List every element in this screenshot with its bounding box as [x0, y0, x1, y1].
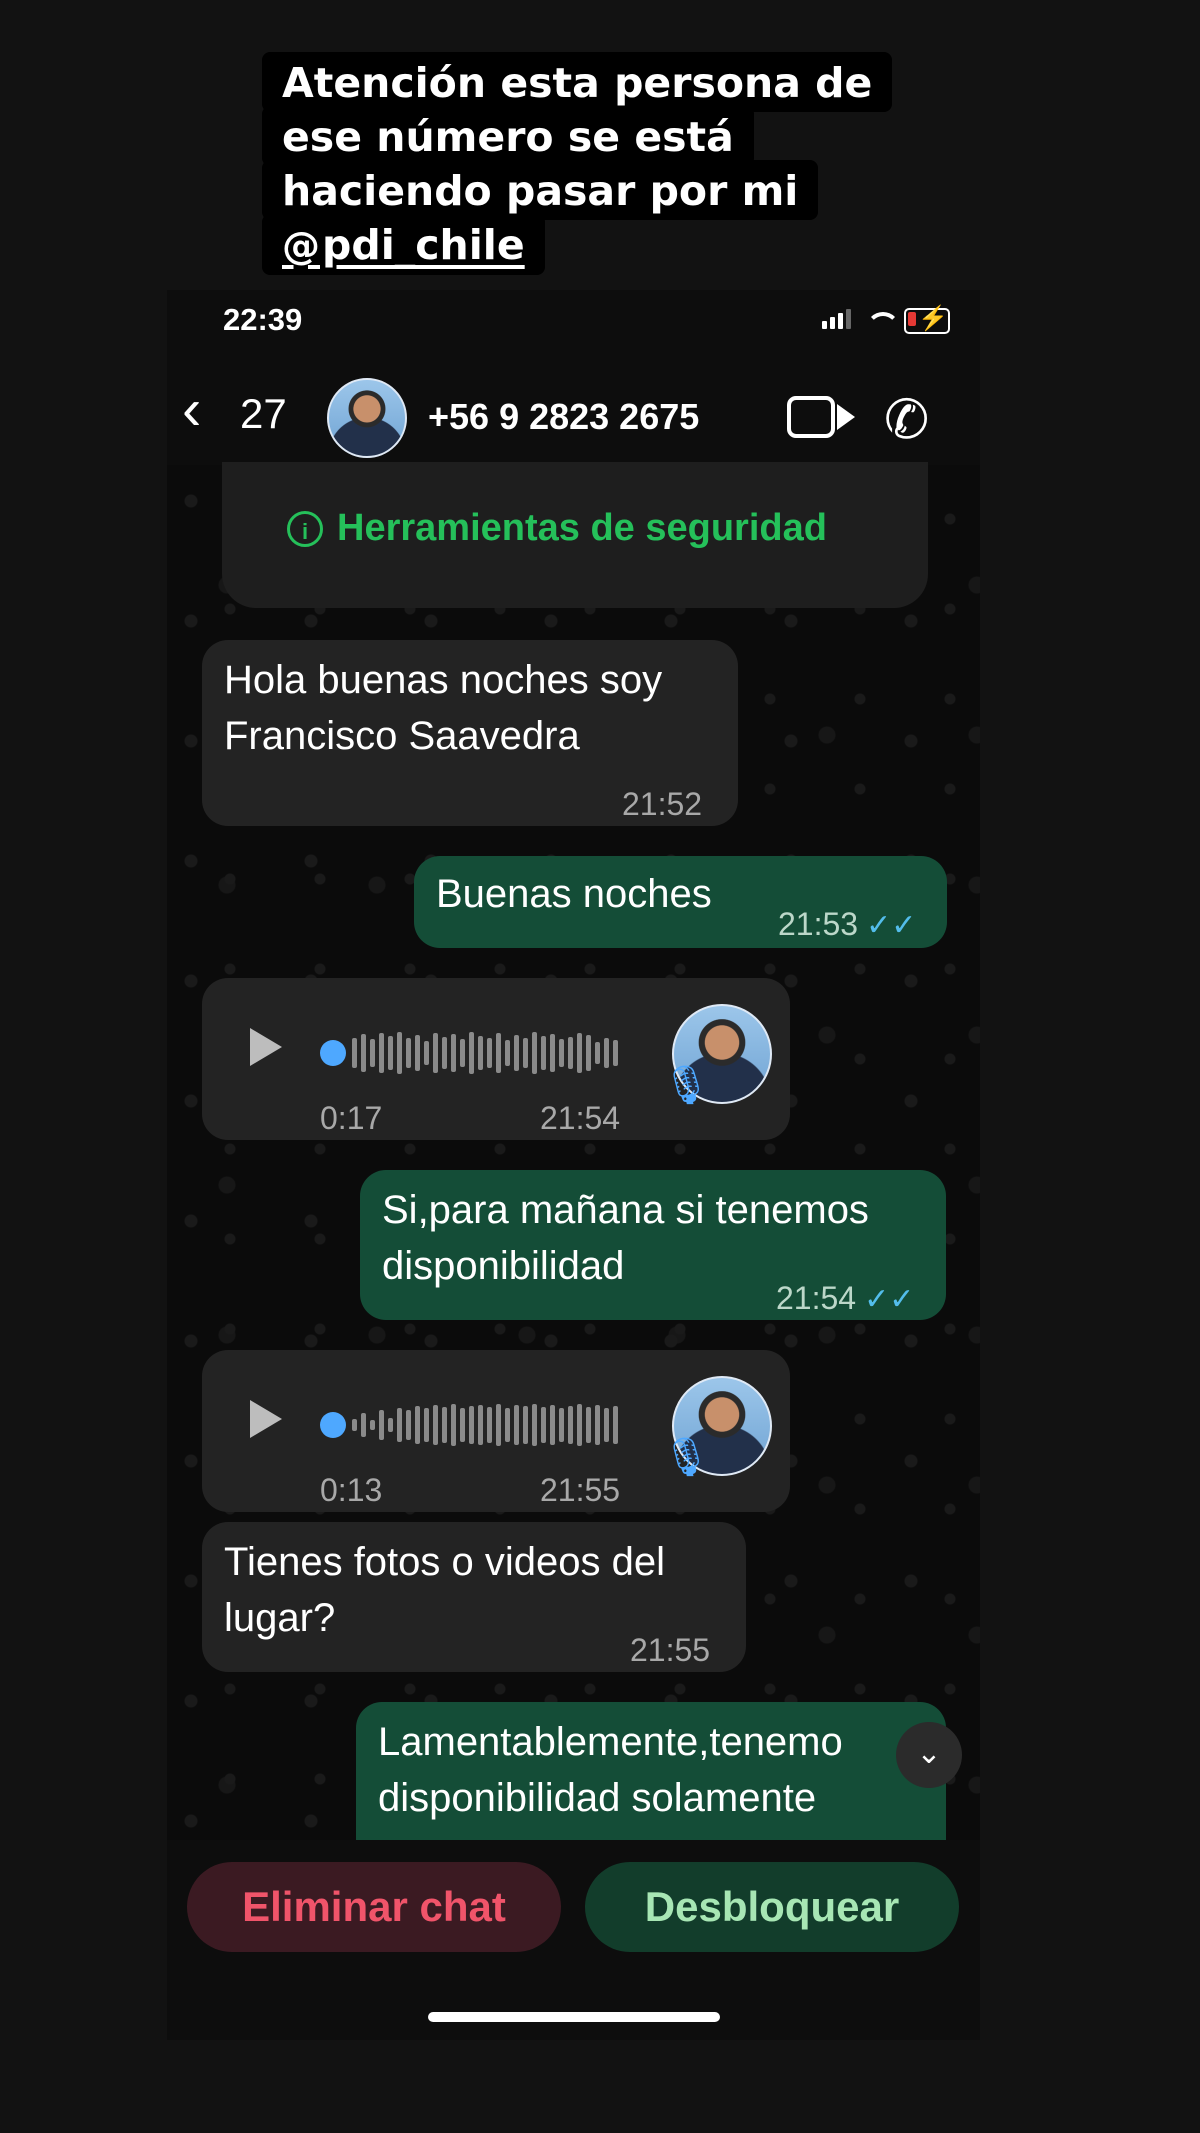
audio-scrubber[interactable]: [320, 1412, 346, 1438]
security-tools-card[interactable]: i Herramientas de seguridad: [222, 462, 928, 608]
signal-icon: [822, 309, 854, 334]
time-text: 21:53: [778, 906, 859, 942]
unblock-button[interactable]: Desbloquear: [585, 1862, 959, 1952]
message-time: 21:53 ✓✓: [778, 896, 916, 954]
message-text: Hola buenas noches soy Francisco Saavedr…: [224, 652, 662, 764]
voice-message[interactable]: 0:13 21:55 🎙: [202, 1350, 790, 1512]
play-icon[interactable]: [250, 1028, 282, 1066]
caption-line: haciendo pasar por mi: [262, 160, 819, 220]
caption-mention[interactable]: @pdi_chile: [262, 214, 545, 275]
story-caption: Atención esta persona de ese número se e…: [262, 52, 893, 275]
home-indicator[interactable]: [428, 2012, 720, 2022]
threads-icon: @: [282, 224, 320, 268]
audio-waveform[interactable]: [352, 1030, 618, 1076]
audio-duration: 0:17: [320, 1100, 383, 1136]
message-time: 21:55: [540, 1472, 621, 1508]
microphone-icon: 🎙: [662, 1437, 711, 1479]
message-line: Si,para mañana si tenemos: [382, 1188, 869, 1232]
status-icons: ⚡: [822, 305, 950, 334]
message-time: 21:52: [622, 786, 703, 822]
back-chevron-icon[interactable]: ‹: [182, 380, 201, 440]
time-text: 21:54: [776, 1280, 857, 1316]
message-text: Lamentablemente,tenemo disponibilidad so…: [378, 1714, 843, 1826]
status-time: 22:39: [223, 302, 303, 337]
incoming-message[interactable]: Hola buenas noches soy Francisco Saavedr…: [202, 640, 738, 826]
message-time: 21:54 ✓✓: [776, 1270, 914, 1328]
incoming-message[interactable]: Tienes fotos o videos del lugar? 21:55: [202, 1522, 746, 1672]
caption-line: ese número se está: [262, 106, 754, 166]
message-text: Buenas noches: [436, 872, 712, 916]
microphone-icon: 🎙: [662, 1065, 711, 1107]
message-line: Hola buenas noches soy: [224, 658, 663, 702]
info-icon: i: [287, 510, 323, 547]
message-time: 21:54: [540, 1100, 621, 1136]
outgoing-message[interactable]: Si,para mañana si tenemos disponibilidad…: [360, 1170, 946, 1320]
message-text: Tienes fotos o videos del lugar?: [224, 1534, 665, 1646]
read-ticks-icon: ✓✓: [864, 1283, 915, 1316]
mention-text: pdi_chile: [322, 221, 525, 269]
delete-chat-button[interactable]: Eliminar chat: [187, 1862, 561, 1952]
message-line: disponibilidad solamente: [378, 1776, 817, 1820]
outgoing-message[interactable]: Buenas noches 21:53 ✓✓: [414, 856, 947, 948]
read-ticks-icon: ✓✓: [866, 909, 917, 942]
wifi-icon: [864, 312, 900, 334]
security-tools-link[interactable]: i Herramientas de seguridad: [287, 507, 827, 550]
caption-line: Atención esta persona de: [262, 52, 893, 112]
audio-duration: 0:13: [320, 1472, 383, 1508]
video-call-icon[interactable]: [787, 396, 855, 438]
message-line: lugar?: [224, 1596, 336, 1640]
battery-icon: ⚡: [904, 305, 950, 334]
message-line: Tienes fotos o videos del: [224, 1540, 665, 1584]
message-time: 21:55: [630, 1632, 711, 1668]
phone-call-icon[interactable]: ✆: [884, 388, 929, 451]
contact-avatar[interactable]: [327, 378, 407, 458]
scroll-down-chevron-icon[interactable]: ⌄: [896, 1722, 962, 1788]
contact-name[interactable]: +56 9 2823 2675: [428, 396, 699, 438]
audio-waveform[interactable]: [352, 1402, 618, 1448]
message-line: Lamentablemente,tenemo: [378, 1720, 843, 1764]
security-tools-label: Herramientas de seguridad: [337, 507, 827, 549]
play-icon[interactable]: [250, 1400, 282, 1438]
unread-count[interactable]: 27: [240, 390, 287, 438]
voice-message[interactable]: 0:17 21:54 🎙: [202, 978, 790, 1140]
audio-scrubber[interactable]: [320, 1040, 346, 1066]
message-line: Francisco Saavedra: [224, 714, 580, 758]
